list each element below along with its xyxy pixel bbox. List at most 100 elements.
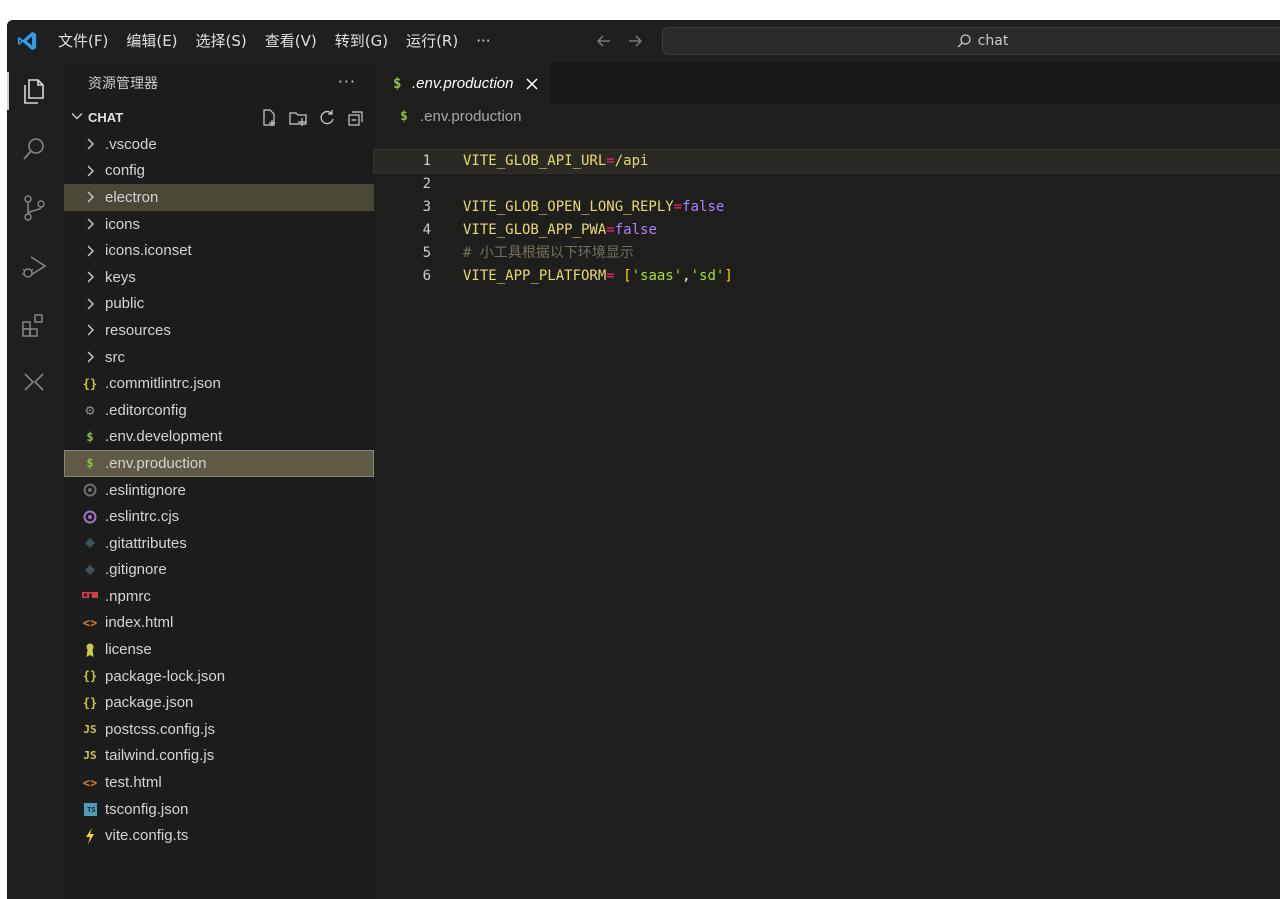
tree-folder-item[interactable]: config	[64, 158, 374, 185]
remote-explorer-icon[interactable]	[19, 368, 49, 398]
menu-item[interactable]: 编辑(E)	[117, 27, 186, 55]
source-control-icon[interactable]	[19, 193, 49, 223]
tree-folder-item[interactable]: icons	[64, 211, 374, 238]
command-center[interactable]: chat	[662, 27, 1280, 55]
tree-item-label: tailwind.config.js	[105, 747, 215, 765]
workspace-folder-name: CHAT	[88, 109, 124, 125]
tree-file-item[interactable]: <> test.html	[64, 769, 374, 796]
chevron-right-icon	[82, 136, 98, 152]
tree-item-label: config	[105, 162, 146, 180]
run-debug-icon[interactable]	[19, 252, 49, 282]
tree-folder-item[interactable]: resources	[64, 317, 374, 344]
code-line[interactable]: 2	[374, 173, 1280, 196]
line-content: VITE_GLOB_APP_PWA=false	[463, 219, 657, 242]
forward-arrow-icon[interactable]	[625, 31, 645, 51]
tree-item-label: resources	[105, 321, 171, 339]
folder-actions	[250, 108, 366, 128]
code-line[interactable]: 4 VITE_GLOB_APP_PWA=false	[374, 219, 1280, 242]
line-number: 1	[422, 153, 431, 169]
gear-icon: ⚙	[85, 401, 95, 420]
tab-bar: $ .env.production	[374, 62, 1280, 104]
tree-folder-item[interactable]: .vscode	[64, 131, 374, 158]
tree-file-item[interactable]: ⚙ .editorconfig	[64, 397, 374, 424]
tree-file-item[interactable]: JS postcss.config.js	[64, 716, 374, 743]
tree-item-label: .gitignore	[105, 561, 167, 579]
tree-file-item[interactable]: <> index.html	[64, 610, 374, 637]
command-center-text: chat	[977, 33, 1009, 49]
array-string: 'saas'	[631, 268, 683, 284]
collapse-all-icon[interactable]	[346, 108, 366, 128]
editor-area: $ .env.production $ .env.production 1 VIT…	[373, 62, 1280, 899]
breadcrumb-file[interactable]: .env.production	[420, 108, 521, 125]
close-icon[interactable]	[525, 77, 539, 91]
tree-item-label: license	[105, 641, 152, 659]
menu-item[interactable]: 转到(G)	[326, 27, 397, 55]
vscode-window: 文件(F) 编辑(E) 选择(S) 查看(V) 转到(G) 运行(R) ··· chat	[7, 20, 1280, 899]
tree-file-item[interactable]: .eslintrc.cjs	[64, 503, 374, 530]
tree-folder-item[interactable]: icons.iconset	[64, 237, 374, 264]
tree-file-item[interactable]: .gitignore	[64, 557, 374, 584]
eslintignore-file-icon	[82, 482, 98, 498]
menu-item[interactable]: 文件(F)	[49, 27, 117, 55]
tree-item-label: test.html	[105, 774, 162, 792]
tree-file-item[interactable]: .gitattributes	[64, 530, 374, 557]
vite-file-icon	[82, 827, 98, 844]
env-key: VITE_GLOB_APP_PWA	[463, 222, 607, 238]
json-file-icon: {}	[82, 695, 98, 710]
chevron-right-icon	[82, 269, 98, 285]
tab-env-production[interactable]: $ .env.production	[374, 62, 550, 104]
html-file-icon: <>	[82, 775, 98, 790]
npm-file-icon	[82, 588, 98, 604]
tree-file-item[interactable]: {} .commitlintrc.json	[64, 370, 374, 397]
menu-more-button[interactable]: ···	[467, 27, 499, 55]
tree-folder-item[interactable]: src	[64, 344, 374, 371]
tree-file-item[interactable]: vite.config.ts	[64, 822, 374, 849]
explorer-icon[interactable]	[19, 76, 49, 106]
back-arrow-icon[interactable]	[594, 31, 614, 51]
tree-file-item[interactable]: .eslintignore	[64, 477, 374, 504]
tree-item-label: keys	[105, 268, 136, 286]
code-line[interactable]: 1 VITE_GLOB_API_URL=/api	[373, 149, 1280, 174]
menu-item[interactable]: 运行(R)	[397, 27, 467, 55]
line-number: 6	[422, 268, 431, 284]
menu-item[interactable]: 选择(S)	[187, 27, 256, 55]
array-separator: ,	[682, 268, 691, 284]
tree-item-label: .editorconfig	[105, 401, 187, 419]
new-file-icon[interactable]	[259, 108, 279, 128]
refresh-icon[interactable]	[317, 108, 337, 128]
tree-file-item[interactable]: license	[64, 636, 374, 663]
tree-item-label: .npmrc	[105, 587, 151, 605]
workspace-folder-header[interactable]: CHAT	[64, 104, 374, 130]
title-bar: 文件(F) 编辑(E) 选择(S) 查看(V) 转到(G) 运行(R) ··· chat	[7, 20, 1280, 62]
search-icon[interactable]	[19, 134, 49, 164]
code-line[interactable]: 3 VITE_GLOB_OPEN_LONG_REPLY=false	[374, 196, 1280, 219]
env-file-icon: $	[393, 75, 402, 92]
tree-file-item[interactable]: TS tsconfig.json	[64, 796, 374, 823]
code-editor[interactable]: 1 VITE_GLOB_API_URL=/api 2 3 VITE_GLOB_OPEN_…	[373, 149, 1280, 288]
tree-folder-item[interactable]: keys	[64, 264, 374, 291]
chevron-right-icon	[82, 349, 98, 365]
line-number: 4	[422, 222, 431, 238]
html-file-icon: <>	[82, 615, 98, 630]
search-icon	[957, 34, 971, 48]
tree-folder-item[interactable]: electron	[64, 184, 374, 211]
code-line[interactable]: 5 # 小工具根据以下环境显示	[374, 242, 1280, 265]
breadcrumb[interactable]: $ .env.production	[374, 104, 1280, 128]
code-line[interactable]: 6 VITE_APP_PLATFORM= ['saas','sd']	[374, 265, 1280, 288]
more-actions-icon[interactable]: ···	[338, 72, 356, 91]
tree-file-item[interactable]: $ .env.production	[64, 450, 374, 477]
tree-file-item[interactable]: JS tailwind.config.js	[64, 743, 374, 770]
tree-item-label: postcss.config.js	[105, 720, 216, 738]
tree-file-item[interactable]: {} package.json	[64, 689, 374, 716]
tree-file-item[interactable]: {} package-lock.json	[64, 663, 374, 690]
extensions-icon[interactable]	[19, 310, 49, 340]
tree-file-item[interactable]: $ .env.development	[64, 424, 374, 451]
menu-item[interactable]: 查看(V)	[256, 27, 326, 55]
tree-item-label: .vscode	[105, 135, 157, 153]
env-key: VITE_GLOB_API_URL	[463, 153, 607, 169]
tree-item-label: .eslintignore	[105, 481, 186, 499]
env-file-icon: $	[400, 108, 408, 124]
tree-folder-item[interactable]: public	[64, 291, 374, 318]
new-folder-icon[interactable]	[288, 108, 308, 128]
tree-file-item[interactable]: .npmrc	[64, 583, 374, 610]
